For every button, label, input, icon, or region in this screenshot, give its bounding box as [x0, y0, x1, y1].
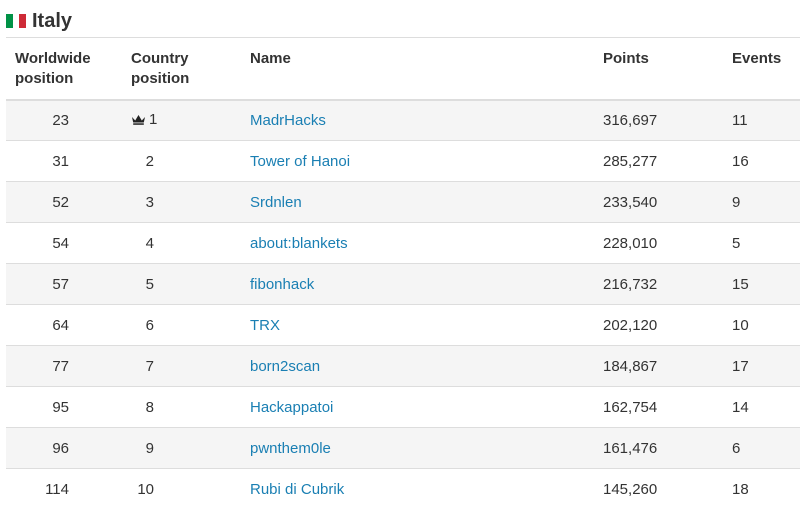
points-cell: 161,476	[603, 439, 658, 457]
points-cell: 145,260	[603, 480, 658, 498]
table-row: 54 4 about:blankets 228,010 5	[6, 222, 800, 264]
team-link[interactable]: Hackappatoi	[250, 399, 333, 416]
header-line: position	[131, 70, 190, 87]
country-position-cell: 3	[145, 193, 154, 211]
country-position-cell: 1	[131, 100, 250, 141]
team-name-cell: born2scan	[250, 346, 603, 387]
worldwide-position-cell: 77	[52, 357, 69, 375]
header-line: Country	[131, 50, 189, 67]
team-link[interactable]: about:blankets	[250, 235, 348, 252]
table-row: 64 6 TRX 202,120 10	[6, 304, 800, 346]
flag-stripe-white	[12, 14, 20, 28]
country-position-cell: 9	[145, 439, 154, 457]
events-cell: 11	[732, 111, 748, 129]
events-cell: 14	[732, 398, 749, 416]
first-place-marker: 1	[131, 111, 157, 128]
points-cell: 202,120	[603, 316, 658, 334]
team-link[interactable]: pwnthem0le	[250, 440, 331, 457]
worldwide-position-cell: 23	[52, 111, 69, 129]
ranking-table: Worldwide position Country position Name…	[6, 37, 800, 510]
team-name-cell: about:blankets	[250, 223, 603, 264]
table-header-row: Worldwide position Country position Name…	[6, 37, 800, 100]
worldwide-position-cell: 54	[52, 234, 69, 252]
events-cell: 10	[732, 316, 749, 334]
country-position-cell: 6	[145, 316, 154, 334]
table-row: 95 8 Hackappatoi 162,754 14	[6, 386, 800, 428]
country-position-cell: 10	[137, 480, 154, 498]
events-cell: 5	[732, 234, 741, 252]
events-cell: 18	[732, 480, 749, 498]
team-name-cell: Hackappatoi	[250, 387, 603, 428]
country-position-cell: 4	[145, 234, 154, 252]
crown-icon	[132, 115, 145, 126]
table-row: 52 3 Srdnlen 233,540 9	[6, 181, 800, 223]
team-link[interactable]: TRX	[250, 317, 280, 334]
points-cell: 285,277	[603, 152, 658, 170]
points-cell: 162,754	[603, 398, 658, 416]
worldwide-position-cell: 31	[52, 152, 69, 170]
team-name-cell: Tower of Hanoi	[250, 141, 603, 182]
country-position-cell: 7	[145, 357, 154, 375]
page-title: Italy	[32, 9, 73, 32]
events-cell: 6	[732, 439, 741, 457]
col-header-country-position[interactable]: Country position	[131, 38, 250, 100]
flag-stripe-green	[6, 14, 13, 28]
flag-stripe-red	[19, 14, 27, 28]
header-line: position	[15, 70, 74, 87]
col-header-worldwide-position[interactable]: Worldwide position	[6, 38, 131, 100]
events-cell: 9	[732, 193, 741, 211]
team-name-cell: fibonhack	[250, 264, 603, 305]
table-row: 96 9 pwnthem0le 161,476 6	[6, 427, 800, 469]
team-link[interactable]: MadrHacks	[250, 112, 326, 129]
points-cell: 216,732	[603, 275, 658, 293]
worldwide-position-cell: 57	[52, 275, 69, 293]
team-name-cell: pwnthem0le	[250, 428, 603, 469]
page-header: Italy	[6, 9, 72, 33]
col-header-points[interactable]: Points	[603, 38, 732, 100]
team-name-cell: Rubi di Cubrik	[250, 469, 603, 510]
team-link[interactable]: born2scan	[250, 358, 320, 375]
events-cell: 16	[732, 152, 749, 170]
team-name-cell: TRX	[250, 305, 603, 346]
header-line: Worldwide	[15, 50, 91, 67]
events-cell: 17	[732, 357, 749, 375]
country-position-cell: 8	[145, 398, 154, 416]
team-link[interactable]: Tower of Hanoi	[250, 153, 350, 170]
team-link[interactable]: Rubi di Cubrik	[250, 481, 344, 498]
country-position-cell: 5	[145, 275, 154, 293]
team-link[interactable]: Srdnlen	[250, 194, 302, 211]
worldwide-position-cell: 96	[52, 439, 69, 457]
country-position-value: 1	[149, 111, 158, 129]
team-name-cell: Srdnlen	[250, 182, 603, 223]
events-cell: 15	[732, 275, 749, 293]
table-row: 114 10 Rubi di Cubrik 145,260 18	[6, 468, 800, 510]
table-row: 23 1 MadrHacks 316,697 11	[6, 99, 800, 141]
col-header-name[interactable]: Name	[250, 38, 603, 100]
col-header-events[interactable]: Events	[732, 38, 800, 100]
table-row: 77 7 born2scan 184,867 17	[6, 345, 800, 387]
worldwide-position-cell: 52	[52, 193, 69, 211]
team-name-cell: MadrHacks	[250, 100, 603, 141]
team-link[interactable]: fibonhack	[250, 276, 314, 293]
points-cell: 184,867	[603, 357, 658, 375]
worldwide-position-cell: 64	[52, 316, 69, 334]
ranking-table-container: Worldwide position Country position Name…	[6, 37, 800, 510]
points-cell: 228,010	[603, 234, 658, 252]
points-cell: 316,697	[603, 111, 658, 129]
worldwide-position-cell: 95	[52, 398, 69, 416]
table-row: 57 5 fibonhack 216,732 15	[6, 263, 800, 305]
country-position-cell: 2	[145, 152, 154, 170]
italy-flag-icon	[6, 14, 27, 28]
worldwide-position-cell: 114	[45, 480, 69, 498]
table-body: 23 1 MadrHacks 316,697 11 31 2 Tower of Hanoi 28…	[6, 99, 800, 510]
table-row: 31 2 Tower of Hanoi 285,277 16	[6, 140, 800, 182]
points-cell: 233,540	[603, 193, 658, 211]
